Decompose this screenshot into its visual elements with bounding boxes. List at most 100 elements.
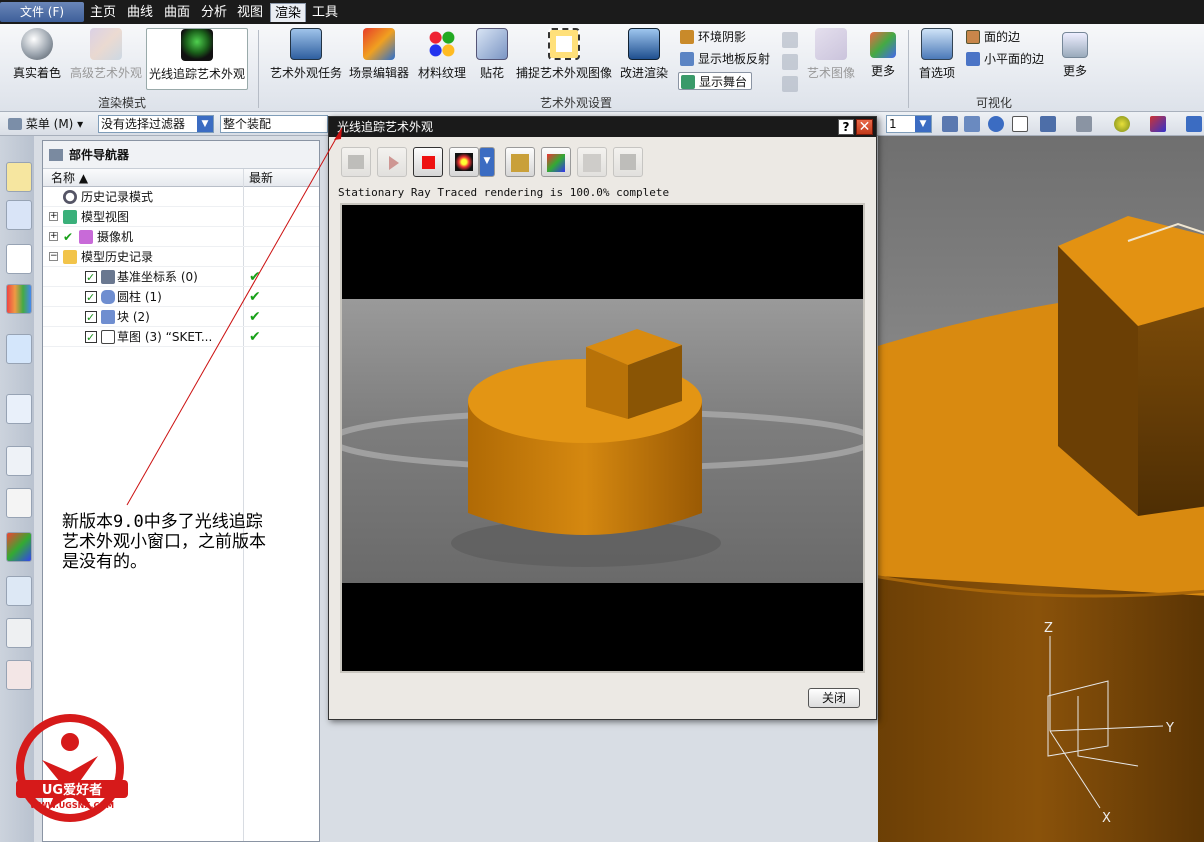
more-appearance-label: 更多 [870, 64, 895, 78]
tab-tools[interactable]: 工具 [308, 3, 342, 22]
save-button[interactable] [613, 147, 643, 177]
light-icon [782, 54, 798, 70]
capture-image-icon [548, 28, 580, 60]
appearance-settings-group-label: 艺术外观设置 [540, 96, 613, 110]
column-name-header[interactable]: 名称 ▲ [51, 169, 88, 187]
measure-icon[interactable] [6, 576, 32, 606]
system-scene-icon[interactable] [6, 660, 32, 690]
close-icon[interactable]: ✕ [856, 119, 873, 135]
visibility-checkbox[interactable] [85, 288, 97, 308]
roles-icon[interactable] [6, 618, 32, 648]
color-button[interactable] [541, 147, 571, 177]
decal-icon [476, 28, 508, 60]
column-latest-header[interactable]: 最新 [249, 169, 273, 187]
tab-surface[interactable]: 曲面 [160, 3, 194, 22]
tab-home[interactable]: 主页 [86, 3, 120, 22]
rotate-icon[interactable] [988, 116, 1004, 132]
chevron-down-icon[interactable]: ▼ [479, 147, 495, 177]
view-orient-icon[interactable] [1040, 116, 1056, 132]
axis-y-label: Y [1165, 721, 1174, 736]
visibility-checkbox[interactable] [85, 268, 97, 288]
reuse-library-icon[interactable] [6, 284, 32, 314]
true-shading-button[interactable]: 真实着色 [8, 28, 66, 90]
expand-icon[interactable]: + [49, 232, 58, 241]
visibility-checkbox[interactable] [85, 308, 97, 328]
expand-icon[interactable]: + [49, 212, 58, 221]
fit-view-icon[interactable] [942, 116, 958, 132]
list-icon[interactable] [6, 488, 32, 518]
tree-row-cameras[interactable]: + ✔ 摄像机 [43, 227, 319, 247]
ray-traced-studio-button[interactable]: 光线追踪艺术外观 [146, 28, 248, 90]
floor-reflection-toggle[interactable]: 显示地板反射 [680, 50, 770, 68]
tree-row-model-views[interactable]: + 模型视图 [43, 207, 319, 227]
dialog-title: 光线追踪艺术外观 [337, 120, 434, 134]
studio-task-button[interactable]: 艺术外观任务 [268, 28, 344, 90]
navigator-title-bar: 部件导航器 [43, 141, 319, 169]
tab-view[interactable]: 视图 [233, 3, 267, 22]
tree-row-model-history[interactable]: − 模型历史记录 [43, 247, 319, 267]
facet-edges-toggle[interactable]: 小平面的边 [966, 50, 1044, 68]
stop-button[interactable] [413, 147, 443, 177]
zoom-icon[interactable] [964, 116, 980, 132]
tab-analysis[interactable]: 分析 [197, 3, 231, 22]
scene-editor-button[interactable]: 场景编辑器 [344, 28, 414, 90]
render-style-icon[interactable] [1076, 116, 1092, 132]
camera-icon [348, 155, 364, 169]
materials-textures-label: 材料纹理 [417, 66, 466, 80]
dialog-title-bar[interactable]: 光线追踪艺术外观 ? ✕ [329, 117, 876, 137]
more-visualization-button[interactable]: 更多 [1056, 28, 1094, 90]
tab-render[interactable]: 渲染 [270, 3, 307, 22]
scene-editor-label: 场景编辑器 [348, 66, 409, 80]
start-button[interactable] [377, 147, 407, 177]
improve-render-label: 改进渲染 [619, 66, 668, 80]
assembly-navigator-icon[interactable] [6, 162, 32, 192]
graphics-window[interactable]: Z Y X [878, 136, 1204, 842]
tree-row-block[interactable]: 块 (2) ✔ [43, 307, 319, 328]
materials-textures-button[interactable]: 材料纹理 [414, 28, 470, 90]
close-button[interactable]: 关闭 [808, 688, 860, 708]
snap-icon[interactable] [1186, 116, 1202, 132]
part-navigator-icon[interactable] [6, 244, 32, 274]
display-mode-icon[interactable] [1150, 116, 1166, 132]
tree-row-datum-csys[interactable]: 基准坐标系 (0) ✔ [43, 267, 319, 288]
palette-icon[interactable] [6, 532, 32, 562]
assembly-filter-dropdown[interactable]: 整个装配 [220, 115, 328, 133]
art-image-button[interactable]: 艺术图像 [804, 28, 858, 90]
count-dropdown[interactable]: 1 ▼ [886, 115, 932, 133]
improve-render-button[interactable]: 改进渲染 [616, 28, 672, 90]
light-bulb-icon[interactable] [1114, 116, 1130, 132]
show-stage-toggle[interactable]: 显示舞台 [678, 72, 753, 90]
model-views-icon [63, 210, 77, 224]
visibility-checkbox[interactable] [85, 328, 97, 348]
assembly-filter-value: 整个装配 [223, 117, 272, 131]
preferences-button[interactable]: 首选项 [914, 28, 960, 90]
pan-icon[interactable] [1012, 116, 1028, 132]
erase-button[interactable] [577, 147, 607, 177]
studio-icon [90, 28, 122, 60]
face-edges-toggle[interactable]: 面的边 [966, 28, 1020, 46]
tab-curve[interactable]: 曲线 [123, 3, 157, 22]
ambient-occlusion-toggle[interactable]: 环境阴影 [680, 28, 746, 46]
clock-icon[interactable] [6, 446, 32, 476]
history-icon[interactable] [6, 394, 32, 424]
light-button[interactable] [449, 147, 479, 177]
navigator-column-header: 名称 ▲ 最新 [43, 169, 319, 187]
web-browser-icon[interactable] [6, 334, 32, 364]
more-appearance-button[interactable]: 更多 [864, 28, 902, 90]
type-filter-dropdown[interactable]: 没有选择过滤器 ▼ [98, 115, 214, 133]
help-button[interactable]: ? [838, 119, 854, 135]
tree-row-sketch[interactable]: 草图 (3) “SKET... ✔ [43, 327, 319, 348]
advanced-studio-button[interactable]: 高级艺术外观 [68, 28, 144, 90]
camera-button[interactable] [341, 147, 371, 177]
tree-row-cylinder[interactable]: 圆柱 (1) ✔ [43, 287, 319, 308]
settings-button[interactable] [505, 147, 535, 177]
file-menu[interactable]: 文件 (F) [0, 2, 84, 22]
cube-facet-icon [966, 52, 980, 66]
menu-button[interactable]: 菜单 (M) ▾ [8, 115, 83, 133]
capture-studio-image-button[interactable]: 捕捉艺术外观图像 [514, 28, 614, 90]
collapse-icon[interactable]: − [49, 252, 58, 261]
constraint-navigator-icon[interactable] [6, 200, 32, 230]
decal-button[interactable]: 贴花 [472, 28, 512, 90]
tree-row-history-mode[interactable]: 历史记录模式 [43, 187, 319, 207]
save-icon [620, 154, 636, 170]
